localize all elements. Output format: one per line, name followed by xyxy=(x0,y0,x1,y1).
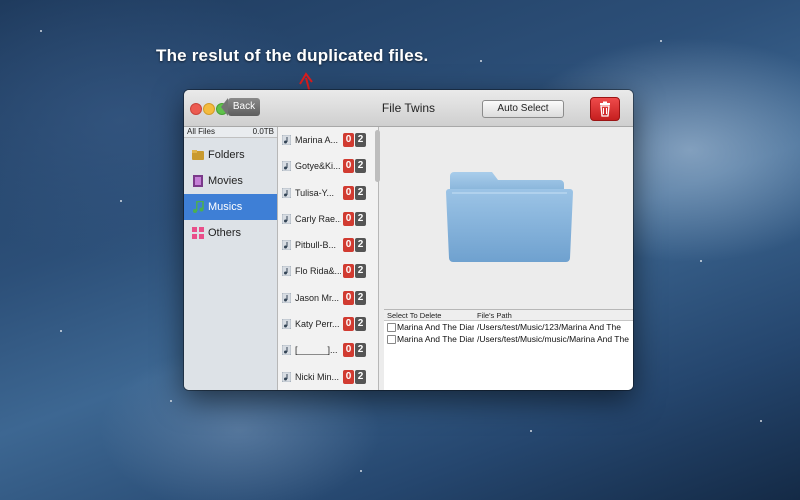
music-note-icon xyxy=(282,161,291,172)
duplicate-count-badge: 2 xyxy=(355,185,366,200)
music-note-icon xyxy=(282,187,291,198)
selected-count-badge: 0 xyxy=(343,238,354,253)
duplicate-detail-table: Select To Delete File's Path Marina And … xyxy=(384,309,633,390)
file-path-cell: /Users/test/Music/123/Marina And The xyxy=(477,322,621,332)
selected-count-badge: 0 xyxy=(343,211,354,226)
all-files-label: All Files xyxy=(187,127,216,136)
file-name: Pitbull-B... xyxy=(295,240,337,251)
music-note-icon xyxy=(282,371,291,382)
sidebar-item-label: Movies xyxy=(208,175,243,187)
list-item[interactable]: Tulisa-Y... 0 2 xyxy=(278,180,378,206)
annotation-caption: The reslut of the duplicated files. xyxy=(156,46,429,65)
category-sidebar: All Files 0.0TB Folders Movies Musics Ot… xyxy=(184,127,278,390)
file-name: Tulisa-Y... xyxy=(295,187,335,198)
duplicate-count-badge: 2 xyxy=(355,369,366,384)
sidebar-item-movies[interactable]: Movies xyxy=(184,168,277,194)
table-row[interactable]: Marina And The Diar /Users/test/Music/mu… xyxy=(384,333,633,345)
list-item[interactable]: Gotye&Ki... 0 2 xyxy=(278,153,378,179)
file-name-cell: Marina And The Diar xyxy=(397,322,474,332)
table-row[interactable]: Marina And The Diar /Users/test/Music/12… xyxy=(384,321,633,333)
list-item[interactable]: [______]... 0 2 xyxy=(278,337,378,363)
table-header: Select To Delete File's Path xyxy=(384,310,633,321)
duplicate-count-badge: 2 xyxy=(355,343,366,358)
selected-count-badge: 0 xyxy=(343,159,354,174)
title-bar: Back File Twins Auto Select xyxy=(184,90,633,127)
file-preview-pane xyxy=(384,127,633,307)
file-twins-window: Back File Twins Auto Select All Files 0.… xyxy=(184,90,633,390)
duplicate-count-badge: 2 xyxy=(355,238,366,253)
movies-icon xyxy=(193,175,203,187)
auto-select-button[interactable]: Auto Select xyxy=(482,100,564,118)
duplicate-count-badge: 2 xyxy=(355,317,366,332)
music-note-icon xyxy=(282,240,291,251)
duplicate-count-badge: 2 xyxy=(355,264,366,279)
folder-icon xyxy=(446,172,573,262)
trash-icon xyxy=(600,101,610,117)
duplicate-count-badge: 2 xyxy=(355,290,366,305)
star xyxy=(700,260,702,262)
sidebar-item-musics[interactable]: Musics xyxy=(184,194,277,220)
file-name-cell: Marina And The Diar xyxy=(397,334,474,344)
column-header-select[interactable]: Select To Delete xyxy=(387,311,441,320)
others-icon xyxy=(192,227,204,239)
sidebar-item-label: Folders xyxy=(208,149,245,161)
selected-count-badge: 0 xyxy=(343,185,354,200)
music-note-icon xyxy=(282,135,291,145)
star xyxy=(760,420,762,422)
musics-icon xyxy=(193,201,204,213)
all-files-header: All Files 0.0TB xyxy=(184,127,277,138)
file-list-scrollbar[interactable] xyxy=(375,130,380,182)
music-note-icon xyxy=(282,292,291,303)
selected-count-badge: 0 xyxy=(343,290,354,305)
select-checkbox[interactable] xyxy=(387,323,396,332)
file-name: Jason Mr... xyxy=(295,292,340,303)
list-item[interactable]: Pitbull-B... 0 2 xyxy=(278,232,378,258)
selected-count-badge: 0 xyxy=(343,369,354,384)
file-name: Katy Perr... xyxy=(295,319,340,330)
star xyxy=(360,470,362,472)
sidebar-item-label: Musics xyxy=(208,201,243,213)
music-note-icon xyxy=(282,213,291,224)
star xyxy=(660,40,662,42)
file-name: Gotye&Ki... xyxy=(295,161,341,172)
list-item[interactable]: Katy Perr... 0 2 xyxy=(278,311,378,337)
music-note-icon xyxy=(282,345,291,356)
list-item[interactable]: Marina A... 0 2 xyxy=(278,127,378,153)
select-checkbox[interactable] xyxy=(387,335,396,344)
star xyxy=(120,200,122,202)
star xyxy=(60,330,62,332)
file-name: [______]... xyxy=(295,345,338,356)
sidebar-item-folders[interactable]: Folders xyxy=(184,142,277,168)
star xyxy=(170,400,172,402)
star xyxy=(40,30,42,32)
list-item[interactable]: Jason Mr... 0 2 xyxy=(278,285,378,311)
list-item[interactable]: Flo Rida&... 0 2 xyxy=(278,258,378,284)
file-name: Marina A... xyxy=(295,135,339,145)
music-note-icon xyxy=(282,266,291,277)
star xyxy=(530,430,532,432)
column-header-path[interactable]: File's Path xyxy=(477,311,512,320)
file-name: Nicki Min... xyxy=(295,371,340,382)
duplicate-count-badge: 2 xyxy=(355,159,366,174)
sidebar-item-label: Others xyxy=(208,227,242,239)
file-name: Carly Rae... xyxy=(295,213,341,224)
selected-count-badge: 0 xyxy=(343,317,354,332)
duplicate-count-badge: 2 xyxy=(355,211,366,226)
file-name: Flo Rida&... xyxy=(295,266,341,277)
selected-count-badge: 0 xyxy=(343,343,354,358)
list-item[interactable]: Nicki Min... 0 2 xyxy=(278,364,378,390)
all-files-size: 0.0TB xyxy=(252,127,274,136)
duplicate-file-list[interactable]: Marina A... 0 2 Gotye&Ki... 0 2 Tulisa-Y… xyxy=(278,127,379,390)
selected-count-badge: 0 xyxy=(343,264,354,279)
list-item[interactable]: Carly Rae... 0 2 xyxy=(278,206,378,232)
sidebar-item-others[interactable]: Others xyxy=(184,220,277,246)
file-path-cell: /Users/test/Music/music/Marina And The xyxy=(477,334,629,344)
music-note-icon xyxy=(282,319,291,330)
star xyxy=(480,60,482,62)
selected-count-badge: 0 xyxy=(343,133,354,147)
delete-button[interactable] xyxy=(590,97,620,121)
folders-icon xyxy=(192,150,204,160)
window-title: File Twins xyxy=(381,101,436,115)
duplicate-count-badge: 2 xyxy=(355,133,366,147)
